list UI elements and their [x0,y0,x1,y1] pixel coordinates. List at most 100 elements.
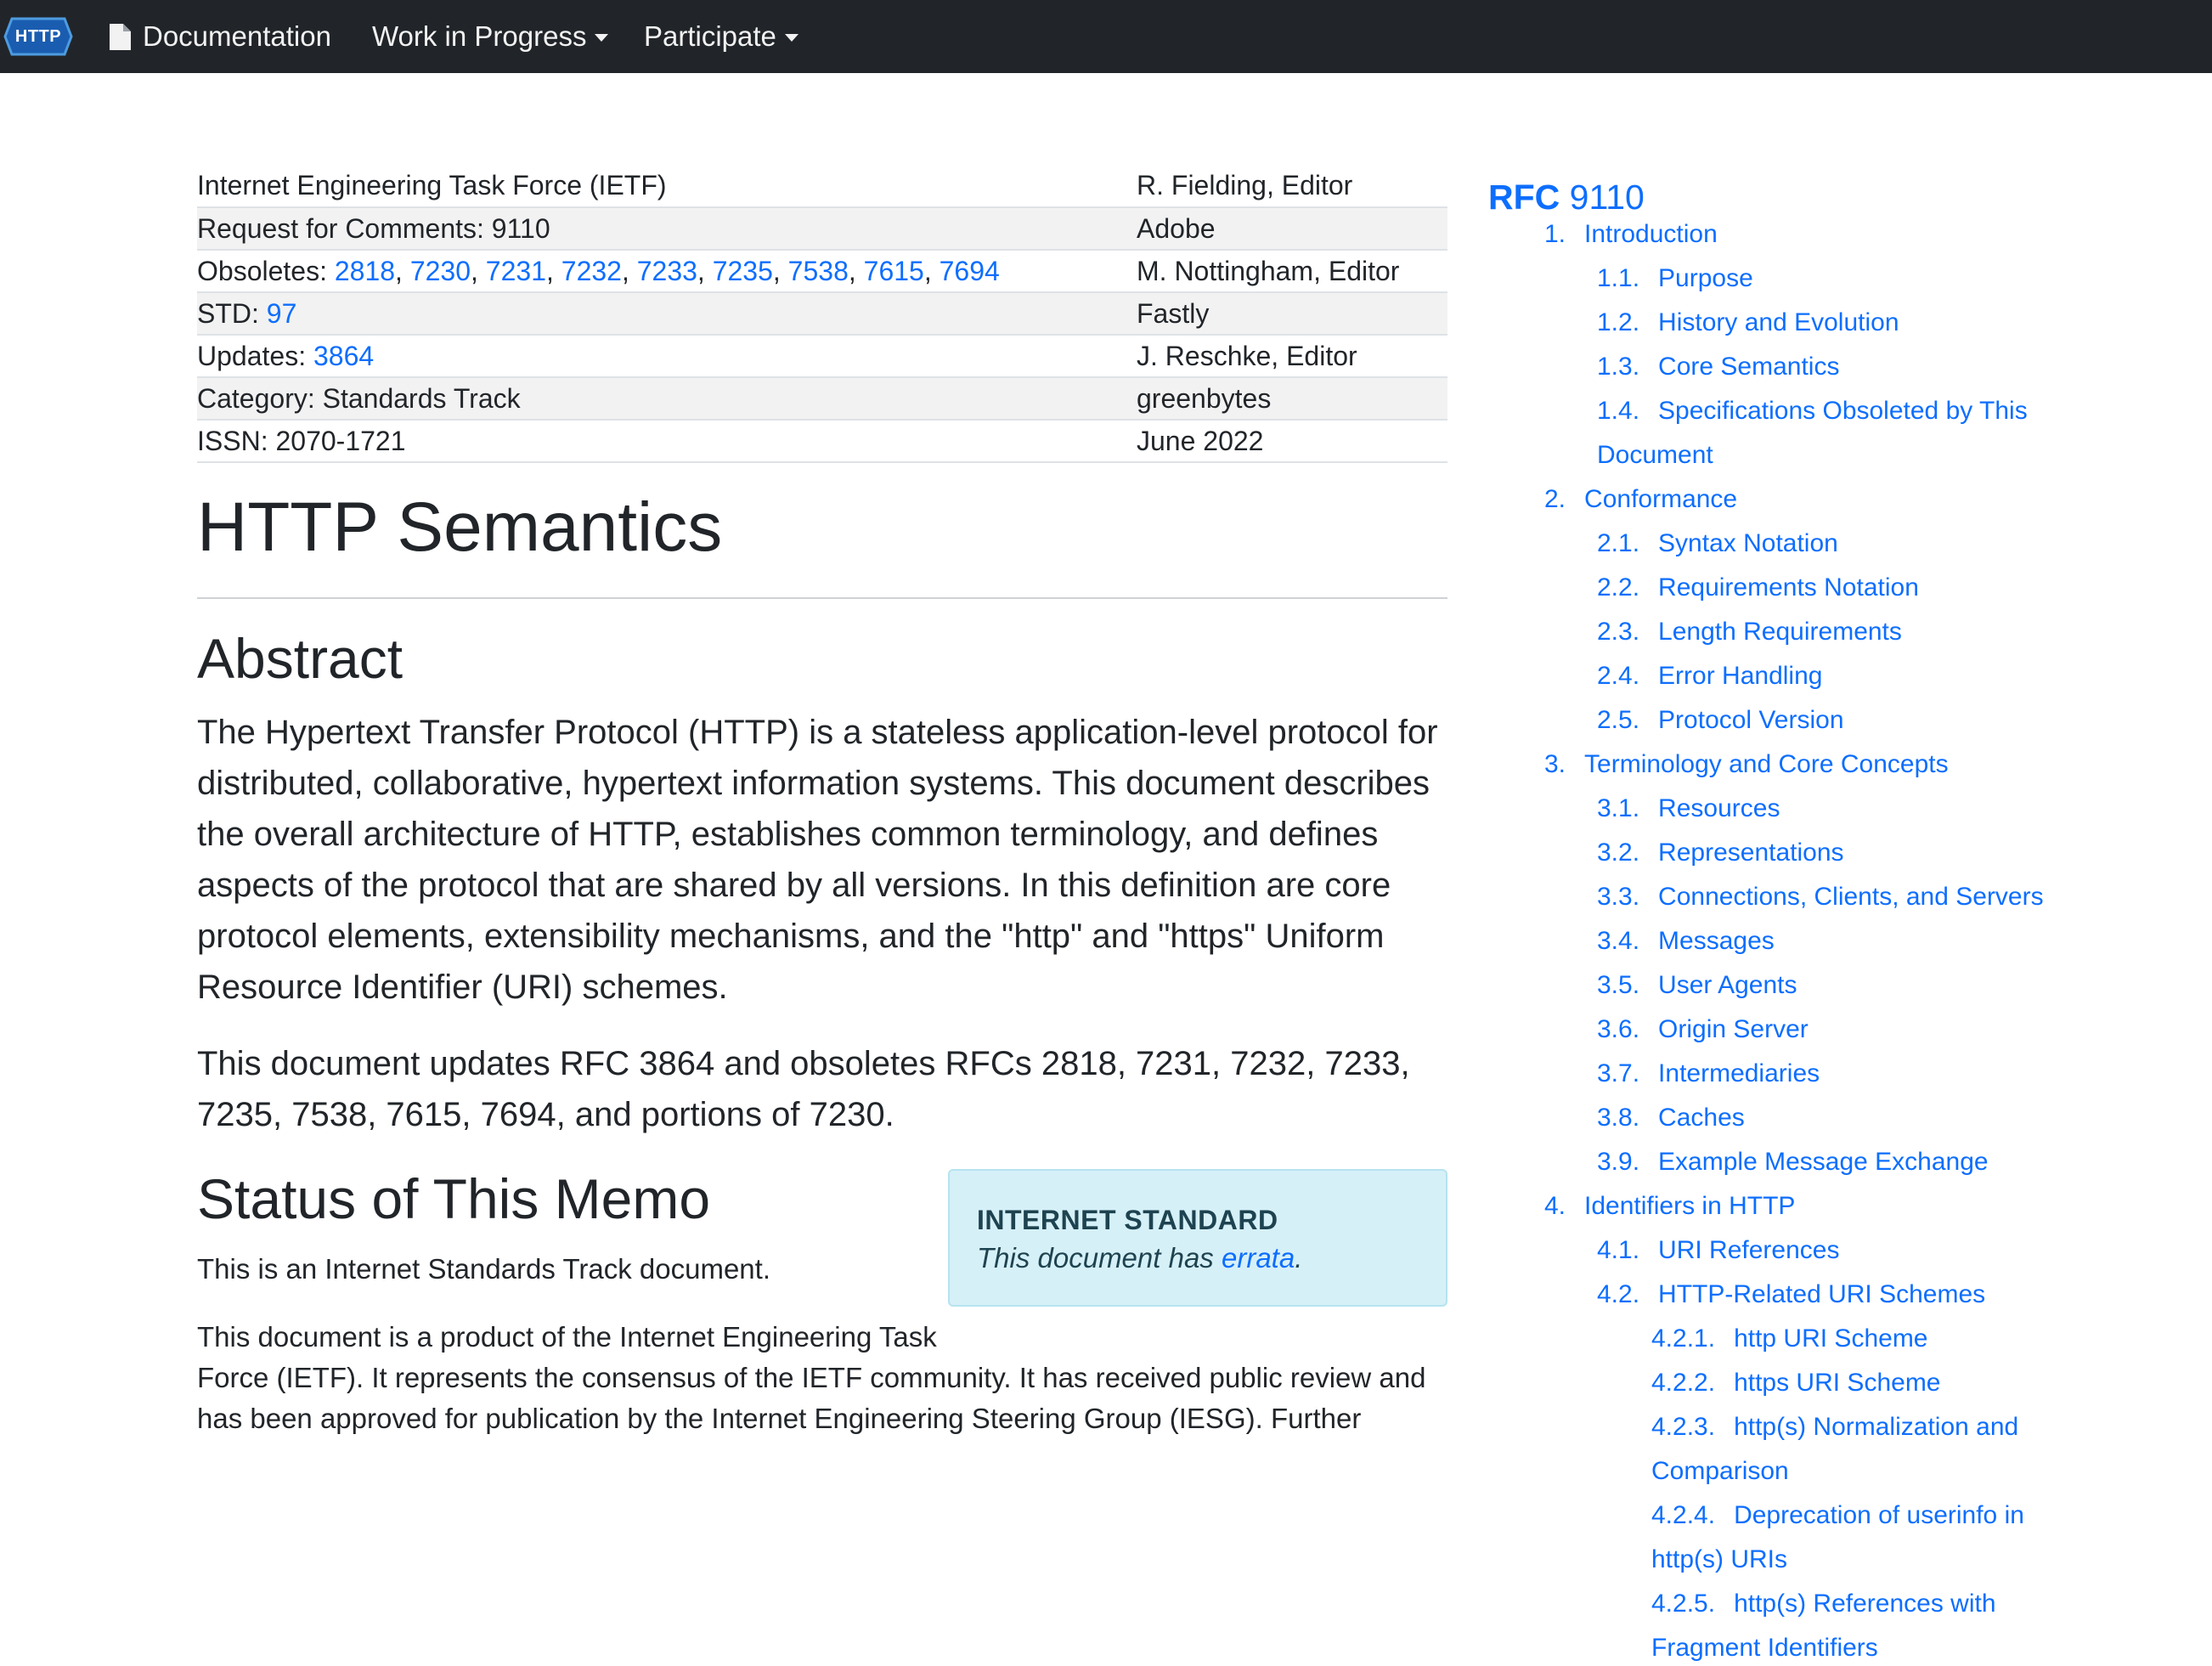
toc-item-label: Caches [1658,1104,1745,1132]
toc-item[interactable]: 2.5. Protocol Version [1597,702,1844,738]
toc-item[interactable]: 4. Identifiers in HTTP [1544,1188,1795,1224]
nav-work-in-progress-dropdown[interactable]: Work in Progress [372,0,609,73]
toc-item[interactable]: 1.4. Specifications Obsoleted by This [1597,392,2028,429]
toc-item-number: 3.1. [1597,794,1640,822]
obsoletes-rfc-link[interactable]: 7230 [410,256,471,286]
meta-author: greenbytes [1137,377,1447,421]
toc-item[interactable]: 3.9. Example Message Exchange [1597,1144,1989,1180]
toc-item-label: Requirements Notation [1658,573,1919,601]
abstract-heading: Abstract [197,627,403,690]
toc-item[interactable]: 3.7. Intermediaries [1597,1055,1820,1092]
updates-label: Updates: [197,340,313,371]
meta-author: Adobe [1137,207,1447,251]
nav-documentation-label: Documentation [143,20,331,52]
obsoletes-rfc-link[interactable]: 7538 [788,256,849,286]
toc-item[interactable]: 1.3. Core Semantics [1597,348,1839,385]
toc-item[interactable]: 3.1. Resources [1597,790,1780,827]
toc-item[interactable]: http(s) URIs [1651,1541,1787,1578]
toc-item[interactable]: 4.2.3. http(s) Normalization and [1651,1409,2018,1445]
toc-item[interactable]: 3.3. Connections, Clients, and Servers [1597,878,2044,915]
toc-item-number: 4. [1544,1192,1566,1220]
std-label: STD: [197,297,267,329]
toc-item-label: Error Handling [1658,662,1823,690]
toc-item-label: https URI Scheme [1734,1369,1941,1397]
toc-item[interactable]: 4.2.2. https URI Scheme [1651,1364,1941,1401]
meta-author: Fastly [1137,292,1447,336]
toc-item-label: Identifiers in HTTP [1584,1192,1796,1220]
nav-work-in-progress-label: Work in Progress [372,20,587,52]
obsoletes-label: Obsoletes: [197,255,335,286]
toc-title[interactable]: RFC 9110 [1488,173,1645,221]
obsoletes-rfc-link[interactable]: 7615 [864,256,924,286]
toc-item-label: http URI Scheme [1734,1324,1928,1353]
toc-item[interactable]: 3.6. Origin Server [1597,1011,1809,1048]
toc-item-label: Protocol Version [1658,706,1844,734]
toc-item[interactable]: 2.2. Requirements Notation [1597,569,1919,606]
toc-item-number: 3.4. [1597,927,1640,955]
toc-item[interactable]: 2. Conformance [1544,481,1737,517]
toc-item[interactable]: 4.2.1. http URI Scheme [1651,1320,1928,1357]
errata-link[interactable]: errata [1222,1242,1295,1274]
toc-item-label: Intermediaries [1658,1059,1820,1087]
meta-issn: ISSN: 2070-1721 [197,420,1137,463]
table-row: Obsoletes: 2818, 7230, 7231, 7232, 7233,… [197,250,1447,293]
alert-text: This document has errata. [977,1239,1446,1278]
toc-item-number: 4.2.5. [1651,1590,1716,1618]
toc-item-label: Document [1597,441,1713,469]
meta-org: Internet Engineering Task Force (IETF) [197,165,1137,208]
toc-item-label: Messages [1658,927,1775,955]
caret-down-icon [595,33,609,42]
toc-item[interactable]: 2.4. Error Handling [1597,658,1822,694]
toc-item-number: 3. [1544,750,1566,778]
toc-item[interactable]: 1. Introduction [1544,216,1718,252]
toc-item[interactable]: 4.1. URI References [1597,1232,1839,1268]
toc-item-number: 4.1. [1597,1236,1640,1264]
http-logo[interactable]: HTTP [3,17,73,56]
toc-item[interactable]: 3.5. User Agents [1597,967,1797,1003]
toc-item[interactable]: 1.2. History and Evolution [1597,304,1899,341]
toc-item-number: 3.2. [1597,839,1640,867]
obsoletes-rfc-link[interactable]: 7232 [561,256,622,286]
top-navbar: HTTP Documentation Work in Progress Part… [0,0,2212,73]
toc-item-number: 3.3. [1597,883,1640,911]
toc-item-label: Fragment Identifiers [1651,1634,1878,1662]
toc-item[interactable]: 3.4. Messages [1597,923,1775,959]
toc-item-number: 1.1. [1597,264,1640,292]
toc-item-number: 4.2. [1597,1280,1640,1308]
nav-documentation[interactable]: Documentation [109,0,331,73]
toc-item[interactable]: 1.1. Purpose [1597,260,1753,296]
abstract-paragraph: This document updates RFC 3864 and obsol… [197,1045,1410,1133]
updates-link[interactable]: 3864 [313,341,374,371]
toc-item-label: Representations [1658,839,1844,867]
separator: , [621,255,637,286]
alert-title: INTERNET STANDARD [977,1205,1278,1235]
obsoletes-rfc-link[interactable]: 7231 [486,256,546,286]
toc-item[interactable]: 3.8. Caches [1597,1099,1745,1136]
toc-item[interactable]: 2.3. Length Requirements [1597,613,1902,650]
separator: , [471,255,486,286]
toc-item[interactable]: 3.2. Representations [1597,834,1844,871]
toc-item[interactable]: 4.2.4. Deprecation of userinfo in [1651,1497,2024,1533]
obsoletes-rfc-link[interactable]: 7235 [713,256,773,286]
toc-item[interactable]: 3. Terminology and Core Concepts [1544,746,1949,782]
toc-item-number: 4.2.3. [1651,1413,1716,1441]
toc-item[interactable]: Comparison [1651,1453,1789,1489]
toc-item-label: Purpose [1658,264,1753,292]
nav-participate-dropdown[interactable]: Participate [644,0,798,73]
toc-item[interactable]: 4.2. HTTP-Related URI Schemes [1597,1276,1985,1313]
toc-item[interactable]: Fragment Identifiers [1651,1629,1878,1666]
toc-item[interactable]: Document [1597,437,1713,473]
abstract-paragraph: The Hypertext Transfer Protocol (HTTP) i… [197,714,1438,1006]
toc-item-number: 2.5. [1597,706,1640,734]
toc-item[interactable]: 4.2.5. http(s) References with [1651,1585,1996,1622]
separator: , [772,255,788,286]
obsoletes-rfc-link[interactable]: 7694 [940,256,1000,286]
obsoletes-rfc-link[interactable]: 2818 [335,256,395,286]
meta-date: June 2022 [1137,420,1447,463]
meta-author: R. Fielding, Editor [1137,165,1447,208]
std-link[interactable]: 97 [267,298,297,329]
obsoletes-rfc-link[interactable]: 7233 [637,256,697,286]
toc-item-label: http(s) URIs [1651,1545,1788,1573]
toc-item[interactable]: 2.1. Syntax Notation [1597,525,1838,562]
table-row: Updates: 3864 J. Reschke, Editor [197,335,1447,378]
